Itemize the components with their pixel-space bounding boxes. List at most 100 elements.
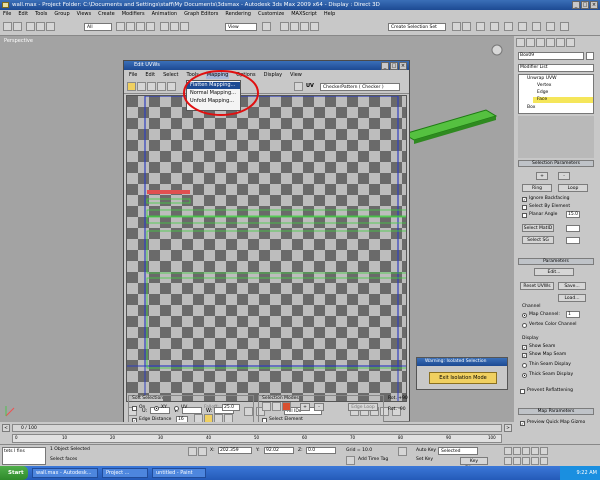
track-bar[interactable]: 0 10 20 30 40 50 60 70 80 90 100 — [12, 434, 502, 443]
angle-snap-icon[interactable] — [290, 22, 299, 31]
selected-dropdown[interactable]: Selected — [438, 447, 478, 455]
auto-key-button[interactable]: Auto Key — [416, 448, 436, 453]
set-key-icon[interactable] — [398, 447, 407, 456]
start-button[interactable]: Start — [0, 466, 28, 480]
vertex-sub-object-icon[interactable] — [262, 402, 271, 411]
next-frame-icon[interactable] — [531, 447, 539, 455]
time-tag-icon[interactable] — [346, 456, 355, 465]
menu-file[interactable]: File — [3, 10, 11, 19]
stack-unwrap-uvw[interactable]: Unwrap UVW — [527, 76, 557, 81]
field-of-view-icon[interactable] — [522, 457, 530, 465]
expand-selection-button[interactable]: + — [300, 403, 310, 411]
utilities-tab-icon[interactable] — [566, 38, 575, 47]
stack-box[interactable]: Box — [527, 105, 535, 110]
parameters-rollout[interactable]: Parameters — [518, 258, 594, 265]
goto-start-icon[interactable] — [504, 447, 512, 455]
material-editor-icon[interactable] — [518, 22, 527, 31]
modify-tab-icon[interactable] — [526, 38, 535, 47]
transform-mode-icon[interactable] — [198, 447, 207, 456]
hierarchy-tab-icon[interactable] — [536, 38, 545, 47]
menu-customize[interactable]: Customize — [258, 10, 284, 19]
vertex-color-channel-radio[interactable]: Vertex Color Channel — [522, 322, 577, 328]
edit-uvw-button[interactable]: Edit... — [534, 268, 574, 276]
planar-angle-spinner[interactable]: 15.0 — [566, 211, 580, 218]
grow-selection-button[interactable]: + — [536, 172, 548, 180]
link-icon[interactable] — [26, 22, 35, 31]
menu-tools[interactable]: Tools — [35, 10, 47, 19]
uvw-menu-view[interactable]: View — [289, 71, 303, 79]
soft-uv-radio[interactable]: UV — [174, 405, 187, 411]
show-seam-checkbox[interactable]: ✓ Show Seam — [522, 344, 555, 350]
minimize-icon[interactable]: _ — [572, 1, 580, 9]
uvw-maximize-icon[interactable]: □ — [390, 61, 398, 70]
mirror-icon[interactable] — [452, 22, 461, 31]
spinner-snap-icon[interactable] — [310, 22, 319, 31]
scale-icon[interactable] — [180, 22, 189, 31]
loop-button[interactable]: Loop — [558, 184, 588, 192]
freeform-mode-icon[interactable] — [157, 82, 166, 91]
menu-modifiers[interactable]: Modifiers — [122, 10, 145, 19]
rot-minus-90-button[interactable]: Rot. -90 — [388, 407, 406, 412]
reference-coord-dropdown[interactable]: View — [225, 23, 257, 31]
shrink-selection-button[interactable]: - — [558, 172, 570, 180]
goto-end-icon[interactable] — [540, 447, 548, 455]
matid-spinner[interactable] — [566, 225, 580, 232]
select-sg-button[interactable]: Select SG — [522, 236, 554, 244]
named-selection-dropdown[interactable]: Create Selection Set — [388, 23, 446, 31]
z-coordinate[interactable]: 0.0 — [306, 447, 336, 454]
planar-angle-checkbox[interactable]: Planar Angle — [522, 212, 557, 218]
uv-editor-canvas[interactable] — [126, 95, 407, 402]
face-sub-object-icon[interactable] — [282, 402, 291, 411]
texture-pattern-dropdown[interactable]: CheckerPattern ( Checker ) — [320, 83, 400, 91]
maximize-icon[interactable]: □ — [581, 1, 589, 9]
zoom-all-icon[interactable] — [513, 457, 521, 465]
percent-snap-icon[interactable] — [300, 22, 309, 31]
menu-views[interactable]: Views — [77, 10, 91, 19]
move-vertex-icon[interactable] — [127, 82, 136, 91]
sg-spinner[interactable] — [566, 237, 580, 244]
ring-button[interactable]: Ring — [522, 184, 552, 192]
menu-rendering[interactable]: Rendering — [225, 10, 251, 19]
create-tab-icon[interactable] — [516, 38, 525, 47]
scale-vertex-icon[interactable] — [147, 82, 156, 91]
taskbar-task-project[interactable]: Project ... — [102, 468, 148, 478]
quick-render-icon[interactable] — [560, 22, 569, 31]
thin-seam-display-radio[interactable]: Thin Seam Display — [522, 362, 571, 368]
uvw-menu-edit[interactable]: Edit — [144, 71, 156, 79]
pan-view-icon[interactable] — [531, 457, 539, 465]
x-coordinate[interactable]: 202.359 — [218, 447, 252, 454]
normal-mapping-item[interactable]: Normal Mapping... — [187, 90, 240, 97]
menu-maxscript[interactable]: MAXScript — [291, 10, 317, 19]
uvw-minimize-icon[interactable]: _ — [381, 61, 389, 70]
selection-parameters-rollout[interactable]: Selection Parameters — [518, 160, 594, 167]
maxscript-listener[interactable]: tets l fins — [2, 447, 46, 465]
preview-quick-map-gizmo-checkbox[interactable]: ✓ Preview Quick Map Gizmo — [520, 420, 585, 426]
schematic-view-icon[interactable] — [504, 22, 513, 31]
menu-group[interactable]: Group — [54, 10, 69, 19]
exit-isolation-mode-button[interactable]: Exit Isolation Mode — [429, 372, 497, 384]
soft-xy-radio[interactable]: • XY — [154, 405, 167, 411]
contract-selection-button[interactable]: - — [314, 403, 324, 411]
rot-plus-90-button[interactable]: Rot. +90 — [388, 396, 408, 401]
layer-manager-icon[interactable] — [476, 22, 485, 31]
reset-uvws-button[interactable]: Reset UVWs — [520, 282, 554, 290]
show-map-seam-checkbox[interactable]: ✓ Show Map Seam — [522, 352, 566, 358]
mirror-uv-icon[interactable] — [167, 82, 176, 91]
motion-tab-icon[interactable] — [546, 38, 555, 47]
undo-icon[interactable] — [3, 22, 12, 31]
stack-face[interactable]: Face — [533, 97, 593, 103]
object-color-swatch[interactable] — [586, 52, 594, 60]
rotate-vertex-icon[interactable] — [137, 82, 146, 91]
soft-on-checkbox[interactable]: On — [132, 405, 145, 411]
menu-create[interactable]: Create — [98, 10, 115, 19]
uvw-close-icon[interactable]: × — [399, 61, 407, 70]
map-channel-spinner[interactable]: 1 — [566, 311, 580, 318]
menu-edit[interactable]: Edit — [18, 10, 28, 19]
selection-filter-dropdown[interactable]: All — [84, 23, 112, 31]
select-object-icon[interactable] — [116, 22, 125, 31]
rotate-icon[interactable] — [170, 22, 179, 31]
object-name-field[interactable]: Box09 — [518, 52, 584, 60]
align-icon[interactable] — [462, 22, 471, 31]
viewport-label[interactable]: Perspective — [4, 38, 33, 44]
rendered-frame-icon[interactable] — [546, 22, 555, 31]
